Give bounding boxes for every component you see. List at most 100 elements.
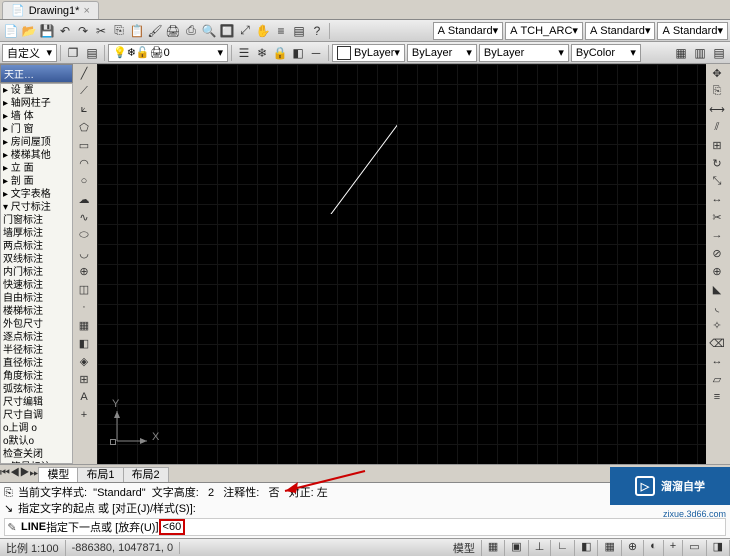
status-toggle[interactable]: 模型: [447, 540, 482, 556]
zoom-window-icon[interactable]: 🔲: [218, 22, 236, 40]
hatch-icon[interactable]: ▦: [73, 316, 95, 334]
property-dropdown[interactable]: ByLayer▾: [407, 44, 477, 62]
pan-icon[interactable]: ✋: [254, 22, 272, 40]
status-toggle[interactable]: ⊕: [622, 540, 644, 556]
copy-icon[interactable]: ⎘: [110, 22, 128, 40]
redo-icon[interactable]: ↷: [74, 22, 92, 40]
style-dropdown[interactable]: AStandard▾: [657, 22, 728, 40]
rotate-icon[interactable]: ↻: [706, 154, 728, 172]
palette-item[interactable]: 尺寸编辑: [1, 396, 72, 409]
gradient-icon[interactable]: ◧: [73, 334, 95, 352]
sheetset-icon[interactable]: ▥: [691, 44, 709, 62]
palette-item[interactable]: 直径标注: [1, 357, 72, 370]
array-icon[interactable]: ⊞: [706, 136, 728, 154]
find-icon[interactable]: 🔍: [200, 22, 218, 40]
color-icon[interactable]: ◧: [289, 44, 307, 62]
new-icon[interactable]: 📄: [2, 22, 20, 40]
insert-icon[interactable]: ⊕: [73, 262, 95, 280]
erase-icon[interactable]: ⌫: [706, 334, 728, 352]
palette-item[interactable]: ▸ 立 面: [1, 162, 72, 175]
palette-item[interactable]: ▸ 符号标注: [1, 461, 72, 464]
status-toggle[interactable]: ▦: [598, 540, 621, 556]
palette-item[interactable]: 双线标注: [1, 253, 72, 266]
custom-dropdown[interactable]: 自定义▾: [2, 44, 57, 62]
status-toggle[interactable]: ◧: [575, 540, 598, 556]
palette-item[interactable]: 检查关闭: [1, 448, 72, 461]
cut-icon[interactable]: ✂: [92, 22, 110, 40]
addsel-icon[interactable]: +: [73, 406, 95, 424]
style-dropdown[interactable]: AStandard▾: [585, 22, 656, 40]
mtext-icon[interactable]: A: [73, 388, 95, 406]
point-icon[interactable]: ·: [73, 298, 95, 316]
palette-item[interactable]: ▸ 楼梯其他: [1, 149, 72, 162]
rect-icon[interactable]: ▭: [73, 136, 95, 154]
status-toggle[interactable]: ▦: [482, 540, 505, 556]
layer-icon[interactable]: ☰: [235, 44, 253, 62]
tab-nav[interactable]: ◀: [10, 467, 20, 479]
document-tab[interactable]: 📄 Drawing1* ×: [2, 1, 99, 19]
fillet-icon[interactable]: ◟: [706, 298, 728, 316]
palette-item[interactable]: 自由标注: [1, 292, 72, 305]
circle-icon[interactable]: ○: [73, 172, 95, 190]
undo-icon[interactable]: ↶: [56, 22, 74, 40]
style-dropdown[interactable]: AStandard▾: [433, 22, 504, 40]
status-toggle[interactable]: ▣: [505, 540, 528, 556]
trim-icon[interactable]: ✂: [706, 208, 728, 226]
stretch-icon[interactable]: ↔: [706, 190, 728, 208]
explode-icon[interactable]: ✧: [706, 316, 728, 334]
palette-item[interactable]: ▸ 轴网柱子: [1, 97, 72, 110]
palette-item[interactable]: 楼梯标注: [1, 305, 72, 318]
status-toggle[interactable]: ▭: [683, 540, 706, 556]
chamfer-icon[interactable]: ◣: [706, 280, 728, 298]
paste-icon[interactable]: 📋: [128, 22, 146, 40]
palette-item[interactable]: 内门标注: [1, 266, 72, 279]
revcloud-icon[interactable]: ☁: [73, 190, 95, 208]
palette-item[interactable]: 半径标注: [1, 344, 72, 357]
list-icon[interactable]: ≡: [706, 388, 728, 406]
line-icon[interactable]: ╱: [73, 64, 95, 82]
print-icon[interactable]: 🖨: [164, 22, 182, 40]
palette-item[interactable]: 逐点标注: [1, 331, 72, 344]
layer-states-icon[interactable]: ▤: [83, 44, 101, 62]
offset-icon[interactable]: ⫽: [706, 118, 728, 136]
close-icon[interactable]: ×: [83, 5, 89, 17]
style-dropdown[interactable]: ATCH_ARC▾: [505, 22, 583, 40]
xline-icon[interactable]: ⟋: [73, 82, 95, 100]
palette-item[interactable]: 角度标注: [1, 370, 72, 383]
palette-item[interactable]: 门窗标注: [1, 214, 72, 227]
open-icon[interactable]: 📂: [20, 22, 38, 40]
palette-item[interactable]: o上调 o: [1, 422, 72, 435]
move-icon[interactable]: ✥: [706, 64, 728, 82]
status-toggle[interactable]: ◨: [707, 540, 730, 556]
palette-item[interactable]: ▸ 门 窗: [1, 123, 72, 136]
break-icon[interactable]: ⊘: [706, 244, 728, 262]
freeze-icon[interactable]: ❄: [253, 44, 271, 62]
property-dropdown[interactable]: ByLayer▾: [332, 44, 405, 62]
toolpalette-icon[interactable]: ▦: [672, 44, 690, 62]
palette-item[interactable]: ▸ 设 置: [1, 84, 72, 97]
status-toggle[interactable]: +: [664, 540, 683, 556]
match-icon[interactable]: 🖌: [146, 22, 164, 40]
layout-tab[interactable]: 模型: [38, 467, 78, 483]
ellipse-icon[interactable]: ⬭: [73, 226, 95, 244]
pline-icon[interactable]: ⟀: [73, 100, 95, 118]
calc-icon[interactable]: ▤: [710, 44, 728, 62]
extend-icon[interactable]: →: [706, 226, 728, 244]
palette-item[interactable]: 快速标注: [1, 279, 72, 292]
palette-item[interactable]: 两点标注: [1, 240, 72, 253]
palette-item[interactable]: 尺寸自调: [1, 409, 72, 422]
palette-item[interactable]: ▾ 尺寸标注: [1, 201, 72, 214]
tab-nav[interactable]: ▶: [20, 467, 30, 479]
palette-item[interactable]: ▸ 文字表格: [1, 188, 72, 201]
join-icon[interactable]: ⊕: [706, 262, 728, 280]
save-icon[interactable]: 💾: [38, 22, 56, 40]
help-icon[interactable]: ?: [308, 22, 326, 40]
coords-cell[interactable]: -886380, 1047871, 0: [66, 542, 181, 554]
spline-icon[interactable]: ∿: [73, 208, 95, 226]
palette-item[interactable]: 外包尺寸: [1, 318, 72, 331]
drawing-canvas[interactable]: Y X: [97, 64, 706, 464]
palette-item[interactable]: ▸ 墙 体: [1, 110, 72, 123]
block-icon[interactable]: ◫: [73, 280, 95, 298]
region-icon[interactable]: ◈: [73, 352, 95, 370]
arc-icon[interactable]: ◠: [73, 154, 95, 172]
